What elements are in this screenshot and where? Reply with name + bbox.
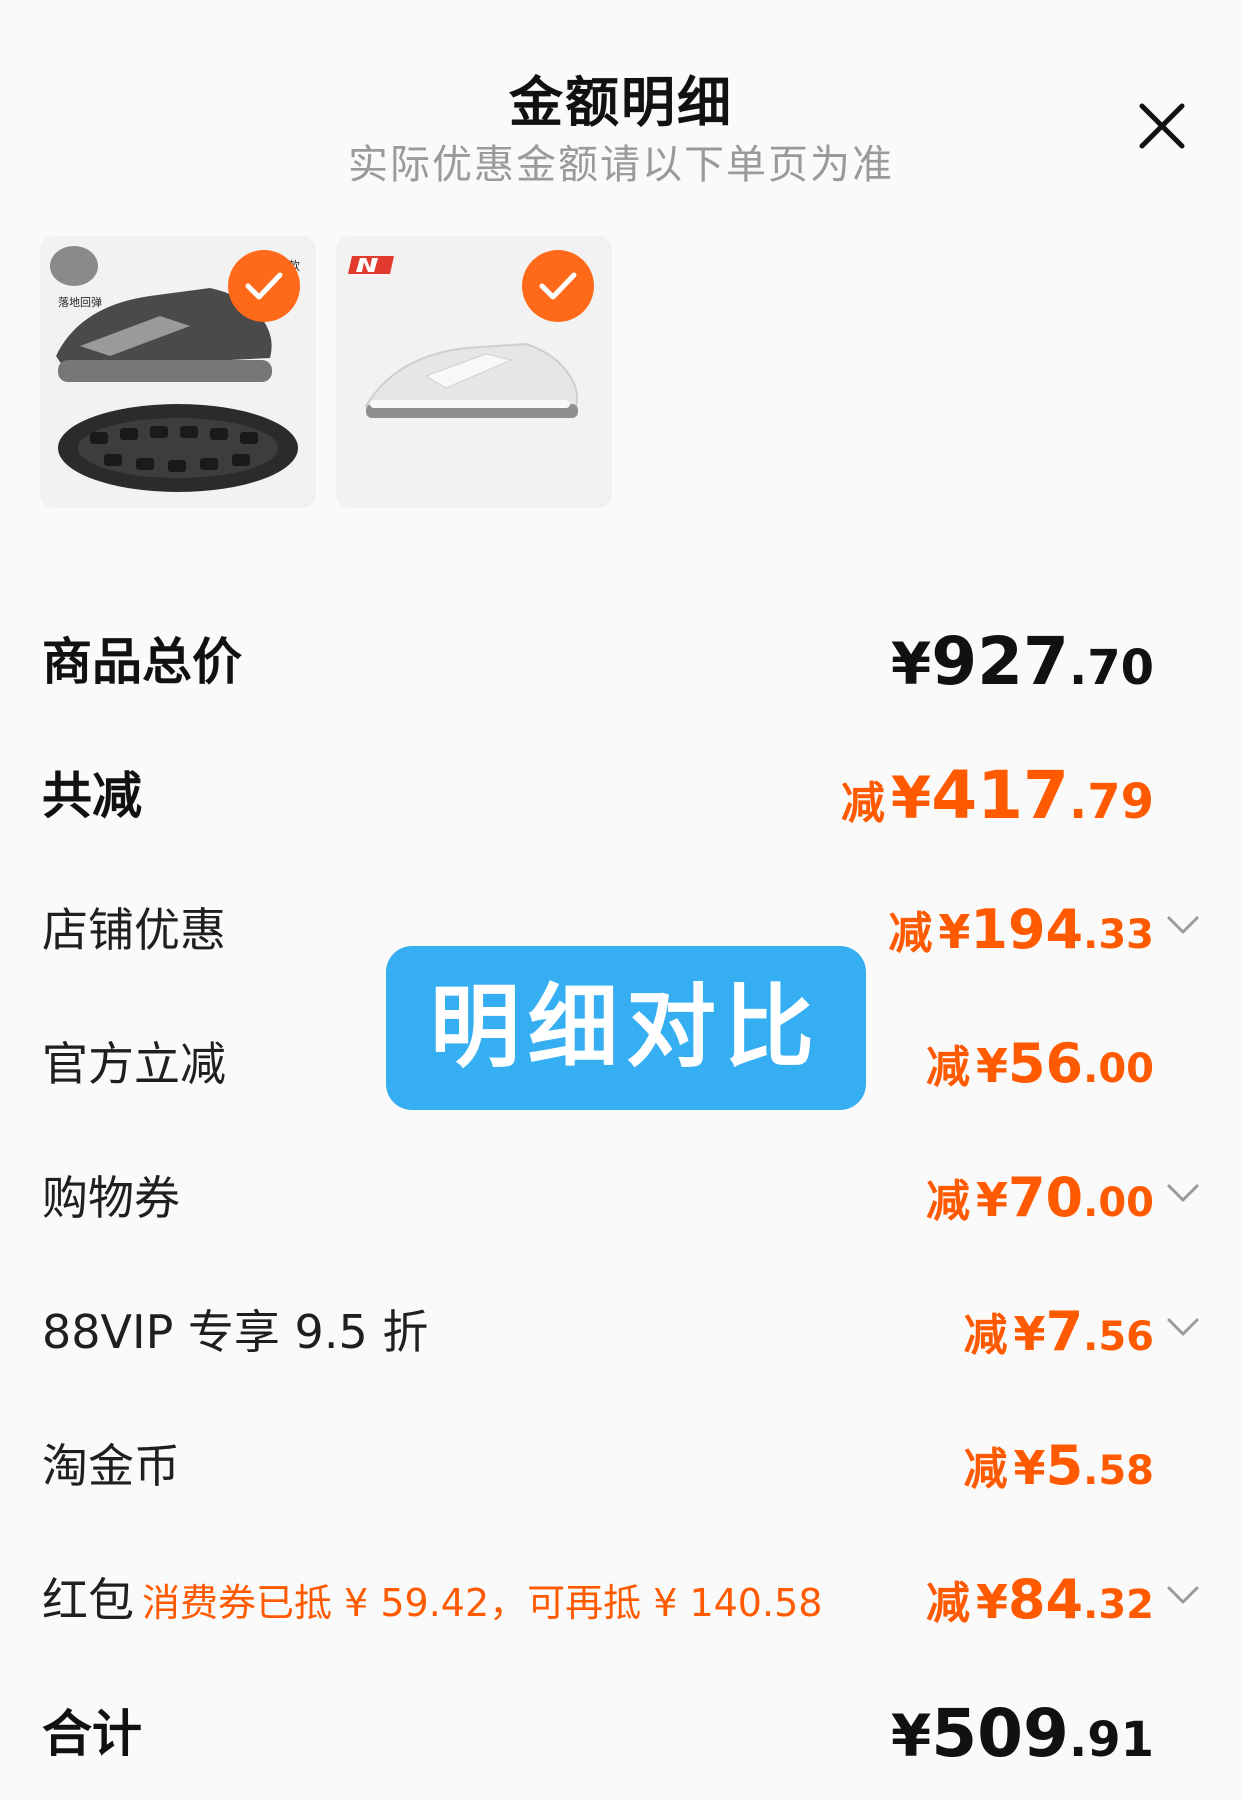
row-label: 店铺优惠 [42,903,226,957]
redpacket-discount-amount: 减 ¥84.32 [925,1568,1154,1631]
brand-logo-icon [348,256,394,274]
vip-discount-amount: 减 ¥7.56 [963,1300,1154,1363]
row-88vip[interactable]: 88VIP 专享 9.5 折 减 ¥7.56 [42,1292,1202,1372]
comparison-badge: 明细对比 [386,946,866,1110]
redpacket-note: 消费券已抵 ¥ 59.42，可再抵 ¥ 140.58 [142,1581,823,1625]
page-title: 金额明细 [509,71,733,134]
amount-detail-panel: 金额明细 实际优惠金额请以下单页为准 落地回弹 商品总价 ¥927.70 共减 … [0,0,1242,1800]
selected-check-icon[interactable] [522,250,594,322]
row-shopping-voucher[interactable]: 购物券 减 ¥70.00 [42,1158,1202,1238]
official-discount-amount: 减 ¥56.00 [925,1032,1154,1095]
row-label: 商品总价 [42,633,242,691]
close-icon[interactable] [1134,98,1190,154]
thumb-caption: 落地回弹 [58,295,102,309]
chevron-down-icon[interactable] [1166,1182,1200,1206]
row-label: 88VIP 专享 9.5 折 [42,1305,429,1359]
row-coins: 淘金币 减 ¥5.58 [42,1426,1202,1506]
product-thumbnail-2[interactable] [336,236,612,508]
row-subtotal: 商品总价 ¥927.70 [42,622,1202,702]
row-total-discount: 共减 减 ¥417.79 [42,756,1202,836]
row-label: 红包 消费券已抵 ¥ 59.42，可再抵 ¥ 140.58 [42,1573,823,1627]
row-label: 共减 [42,767,142,825]
selected-check-icon[interactable] [228,250,300,322]
chevron-down-icon[interactable] [1166,1316,1200,1340]
subtotal-amount: ¥927.70 [890,623,1154,700]
row-label: 淘金币 [42,1439,180,1493]
shopping-voucher-amount: 减 ¥70.00 [925,1166,1154,1229]
coins-discount-amount: 减 ¥5.58 [963,1434,1154,1497]
total-amount: ¥509.91 [890,1695,1154,1772]
row-label: 官方立减 [42,1037,226,1091]
chevron-down-icon[interactable] [1166,1584,1200,1608]
row-redpacket[interactable]: 红包 消费券已抵 ¥ 59.42，可再抵 ¥ 140.58 减 ¥84.32 [42,1560,1202,1640]
chevron-down-icon[interactable] [1166,914,1200,938]
page-subtitle: 实际优惠金额请以下单页为准 [348,142,894,188]
product-thumbnail-1[interactable]: 落地回弹 款 [40,236,316,508]
shop-discount-amount: 减 ¥194.33 [888,898,1154,961]
row-total: 合计 ¥509.91 [42,1694,1202,1774]
total-discount-amount: 减 ¥417.79 [840,757,1154,834]
row-label: 购物券 [42,1171,180,1225]
row-label: 合计 [42,1705,142,1763]
